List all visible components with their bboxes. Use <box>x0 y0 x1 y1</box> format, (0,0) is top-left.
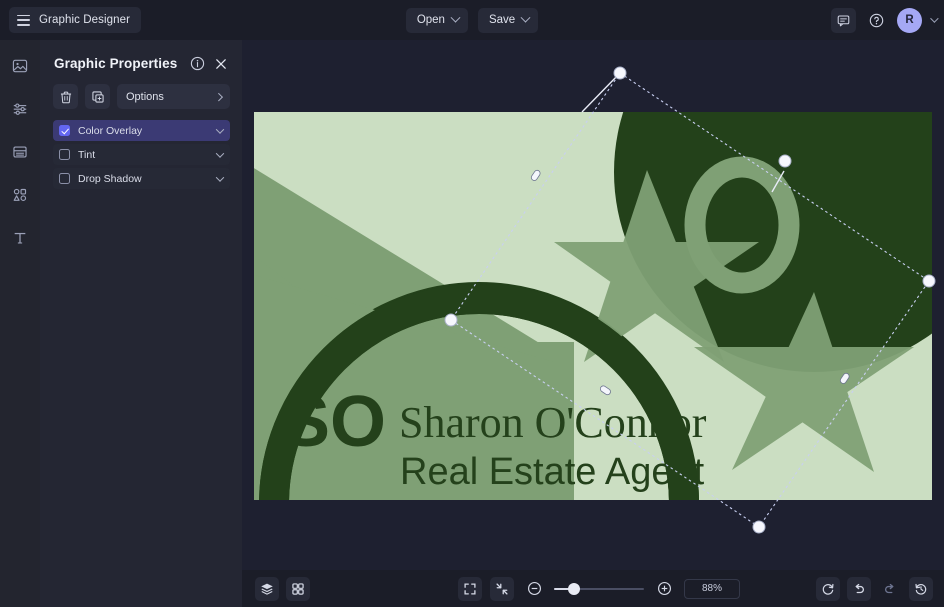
effect-checkbox[interactable] <box>59 125 70 136</box>
panel-header: Graphic Properties <box>40 40 242 72</box>
effect-checkbox[interactable] <box>59 149 70 160</box>
text-icon <box>12 230 28 246</box>
bottom-toolbar: 88% <box>242 570 944 607</box>
save-label: Save <box>489 14 515 26</box>
effect-label: Drop Shadow <box>78 173 142 185</box>
app-window: Graphic Designer Open Save <box>0 0 944 607</box>
shrink-button[interactable] <box>490 577 514 601</box>
undo-icon <box>852 582 866 596</box>
app-menu-button[interactable]: Graphic Designer <box>9 7 141 33</box>
duplicate-button[interactable] <box>85 84 110 109</box>
refresh-button[interactable] <box>816 577 840 601</box>
trash-icon <box>59 90 73 104</box>
close-button[interactable] <box>212 55 229 72</box>
history-controls <box>816 577 933 601</box>
sidebar-item-layout[interactable] <box>6 138 34 166</box>
slider-knob[interactable] <box>568 583 580 595</box>
duplicate-icon <box>91 90 105 104</box>
open-menu-button[interactable]: Open <box>406 8 468 33</box>
history-button[interactable] <box>909 577 933 601</box>
sidebar-item-adjustments[interactable] <box>6 95 34 123</box>
options-button[interactable]: Options <box>117 84 230 109</box>
zoom-out-button[interactable] <box>522 577 546 601</box>
layers-icon <box>260 582 274 596</box>
artwork-svg: SO Sharon O'Connor Real Estate Agent <box>254 112 932 500</box>
fit-screen-icon <box>463 582 477 596</box>
chevron-down-icon[interactable] <box>216 149 224 157</box>
image-icon <box>12 58 28 74</box>
history-icon <box>914 582 928 596</box>
plus-circle-icon <box>657 581 672 596</box>
effect-row-color-overlay[interactable]: Color Overlay <box>53 120 230 141</box>
chevron-down-icon <box>451 12 461 22</box>
info-icon <box>190 56 205 71</box>
undo-button[interactable] <box>847 577 871 601</box>
shapes-icon <box>12 187 28 203</box>
sidebar-item-shapes[interactable] <box>6 181 34 209</box>
artboard[interactable]: SO Sharon O'Connor Real Estate Agent <box>254 112 932 500</box>
comments-button[interactable] <box>831 8 856 33</box>
options-label: Options <box>126 91 164 103</box>
redo-button[interactable] <box>878 577 902 601</box>
zoom-controls: 88% <box>458 577 740 601</box>
save-menu-button[interactable]: Save <box>478 8 538 33</box>
delete-button[interactable] <box>53 84 78 109</box>
sidebar-item-text[interactable] <box>6 224 34 252</box>
layers-button[interactable] <box>255 577 279 601</box>
chevron-down-icon <box>521 12 531 22</box>
app-title: Graphic Designer <box>39 14 130 26</box>
handle-bottom <box>753 521 765 533</box>
zoom-level-input[interactable]: 88% <box>684 579 740 599</box>
chevron-right-icon <box>214 93 222 101</box>
tool-rail <box>0 40 40 607</box>
sidebar-item-image[interactable] <box>6 52 34 80</box>
grid-button[interactable] <box>286 577 310 601</box>
page-title: Graphic Properties <box>54 56 183 71</box>
avatar[interactable]: R <box>897 8 922 33</box>
chevron-down-icon[interactable] <box>216 173 224 181</box>
handle-top <box>614 67 626 79</box>
zoom-slider[interactable] <box>554 582 644 596</box>
rotate-handle-line <box>582 73 620 112</box>
shrink-icon <box>495 582 509 596</box>
panel-toolbar: Options <box>40 72 242 109</box>
top-bar: Graphic Designer Open Save <box>0 0 944 40</box>
open-label: Open <box>417 14 445 26</box>
close-icon <box>214 57 228 71</box>
redo-icon <box>883 582 897 596</box>
top-right-controls: R <box>831 0 936 40</box>
zoom-in-button[interactable] <box>652 577 676 601</box>
minus-circle-icon <box>527 581 542 596</box>
hamburger-icon <box>17 15 30 26</box>
sliders-icon <box>12 101 28 117</box>
avatar-initial: R <box>905 14 913 26</box>
top-center-controls: Open Save <box>0 0 944 40</box>
effect-checkbox[interactable] <box>59 173 70 184</box>
effect-row-tint[interactable]: Tint <box>53 144 230 165</box>
graphic-properties-panel: Graphic Properties <box>40 40 242 607</box>
effect-label: Color Overlay <box>78 125 142 137</box>
canvas-stage[interactable]: SO Sharon O'Connor Real Estate Agent <box>242 40 944 607</box>
effect-label: Tint <box>78 149 95 161</box>
layout-icon <box>12 144 28 160</box>
effect-row-drop-shadow[interactable]: Drop Shadow <box>53 168 230 189</box>
refresh-icon <box>821 582 835 596</box>
info-button[interactable] <box>189 55 206 72</box>
comment-icon <box>837 14 850 27</box>
help-circle-icon <box>869 13 884 28</box>
fit-to-screen-button[interactable] <box>458 577 482 601</box>
chevron-down-icon[interactable] <box>930 14 938 22</box>
effects-list: Color Overlay Tint Drop Shadow <box>40 120 242 189</box>
bottom-left-tools <box>255 577 310 601</box>
help-button[interactable] <box>864 8 889 33</box>
grid-icon <box>291 582 305 596</box>
chevron-down-icon[interactable] <box>216 125 224 133</box>
